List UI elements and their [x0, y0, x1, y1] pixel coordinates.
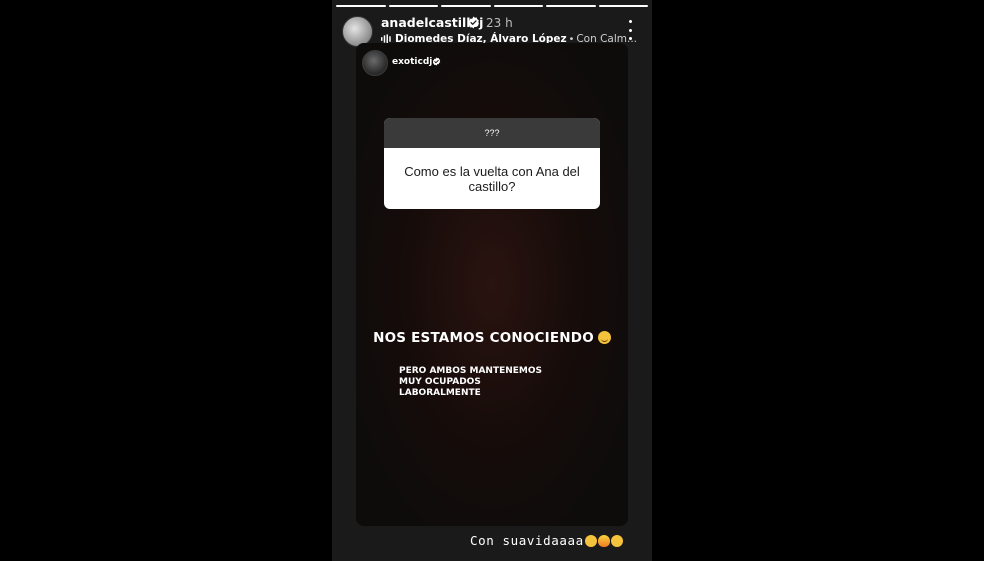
fire-emoji-icon	[597, 534, 610, 547]
progress-segment	[493, 5, 543, 7]
answer-subtext-line: PERO AMBOS MANTENEMOS	[399, 366, 543, 376]
answer-headline: NOS ESTAMOS CONOCIENDO	[356, 330, 628, 346]
shared-username[interactable]: exoticdj	[392, 57, 432, 67]
question-sticker: ??? Como es la vuelta con Ana del castil…	[384, 118, 600, 209]
answer-subtext: PERO AMBOS MANTENEMOS MUY OCUPADOS LABOR…	[399, 366, 542, 399]
answer-subtext-line: LABORALMENTE	[399, 388, 481, 398]
answer-subtext-line: MUY OCUPADOS	[399, 377, 481, 387]
progress-segment	[441, 5, 491, 7]
card-background	[356, 43, 628, 526]
smiling-emoji-icon	[610, 534, 623, 547]
question-header: ???	[384, 118, 600, 148]
laughing-emoji-icon	[584, 534, 597, 547]
answer-headline-text: NOS ESTAMOS CONOCIENDO	[373, 330, 594, 346]
question-text: Como es la vuelta con Ana del castillo?	[404, 163, 580, 194]
progress-segment	[598, 5, 648, 7]
progress-segment	[388, 5, 438, 7]
progress-segment	[546, 5, 596, 7]
verified-badge-icon	[432, 57, 441, 66]
smiling-emoji-icon	[597, 331, 611, 344]
caption-text: Con suavidaaaa	[470, 533, 584, 548]
story-progress-bar	[336, 5, 648, 7]
story-time: 23 h	[486, 16, 513, 30]
shared-avatar[interactable]	[362, 50, 388, 76]
progress-segment	[336, 5, 386, 7]
verified-badge-icon	[468, 16, 479, 29]
story-viewer[interactable]: anadelcastilloj 23 h Diomedes Díaz, Álva…	[332, 0, 652, 561]
shared-story-card[interactable]: exoticdj ??? Como es la vuelta con Ana d…	[356, 43, 628, 526]
story-caption: Con suavidaaaa	[470, 533, 623, 548]
